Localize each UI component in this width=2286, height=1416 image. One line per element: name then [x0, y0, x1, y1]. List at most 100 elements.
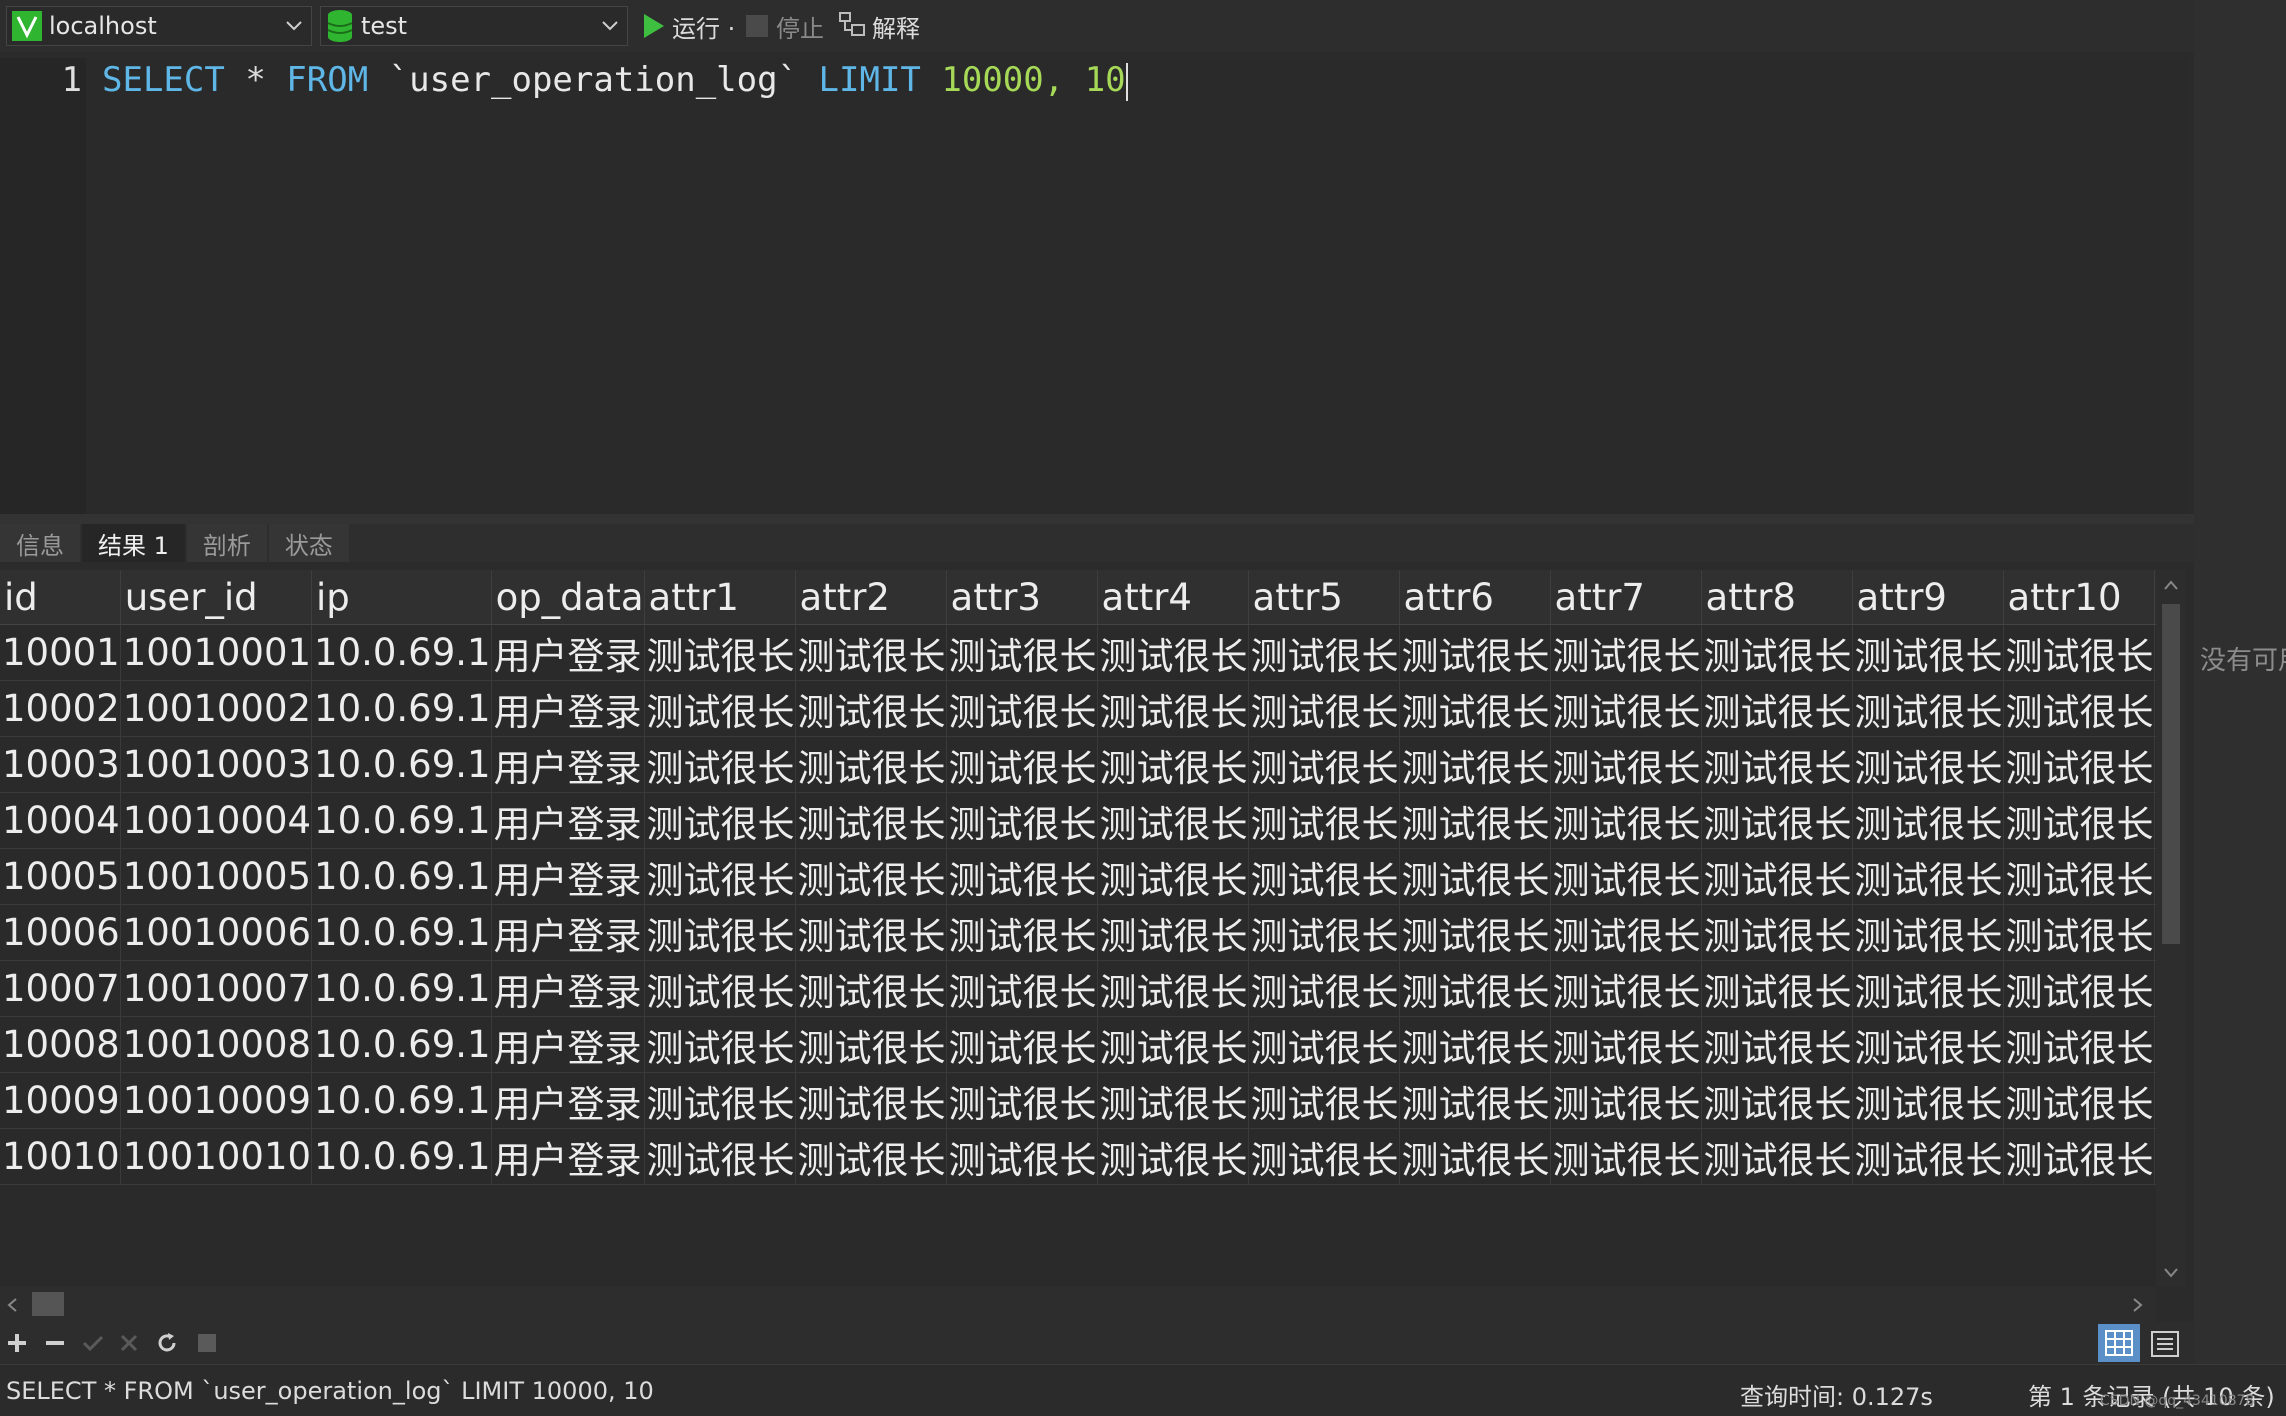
- table-cell[interactable]: 测试很长: [795, 1072, 947, 1129]
- table-cell[interactable]: 测试很长: [1248, 848, 1400, 905]
- table-cell[interactable]: 测试很长: [1852, 904, 2004, 961]
- delete-record-icon[interactable]: [40, 1328, 70, 1358]
- table-cell[interactable]: 测试很长: [1701, 848, 1853, 905]
- vertical-scroll-thumb[interactable]: [2162, 604, 2180, 944]
- scroll-down-icon[interactable]: [2163, 1264, 2179, 1283]
- table-cell[interactable]: 测试很长: [795, 1016, 947, 1073]
- table-cell[interactable]: 用户登录: [491, 1016, 645, 1073]
- sql-code-line[interactable]: SELECT * FROM `user_operation_log` LIMIT…: [102, 58, 1128, 102]
- column-header-attr6[interactable]: attr6: [1399, 570, 1551, 625]
- table-cell[interactable]: 测试很长: [2003, 624, 2155, 681]
- table-cell[interactable]: 测试很长: [644, 736, 796, 793]
- vertical-scrollbar[interactable]: [2156, 570, 2186, 1286]
- table-cell[interactable]: 测试很长: [1248, 960, 1400, 1017]
- column-header-ip[interactable]: ip: [311, 570, 492, 625]
- tab-3[interactable]: 状态: [268, 524, 349, 562]
- table-cell[interactable]: 10006: [0, 904, 121, 961]
- table-cell[interactable]: 测试很长: [1097, 680, 1249, 737]
- table-cell[interactable]: 测试很长: [946, 960, 1098, 1017]
- horizontal-scroll-thumb[interactable]: [32, 1292, 64, 1316]
- table-cell[interactable]: 测试很长: [2003, 1072, 2155, 1129]
- table-cell[interactable]: 测试很长: [2003, 736, 2155, 793]
- table-cell[interactable]: 测试很长: [1248, 1072, 1400, 1129]
- table-cell[interactable]: 测试很长: [1399, 624, 1551, 681]
- refresh-icon[interactable]: [152, 1328, 182, 1358]
- table-cell[interactable]: 测试很长: [1399, 680, 1551, 737]
- table-cell[interactable]: 测试很长: [644, 904, 796, 961]
- table-cell[interactable]: 测试很长: [795, 792, 947, 849]
- table-cell[interactable]: 测试很长: [1399, 736, 1551, 793]
- sql-editor[interactable]: 1 SELECT * FROM `user_operation_log` LIM…: [0, 58, 2188, 514]
- grid-view-icon[interactable]: [2098, 1324, 2140, 1362]
- table-cell[interactable]: 10.0.69.1: [311, 736, 492, 793]
- table-cell[interactable]: 测试很长: [946, 624, 1098, 681]
- table-cell[interactable]: 10010005: [120, 848, 313, 905]
- table-cell[interactable]: 测试很长: [1852, 736, 2004, 793]
- table-cell[interactable]: 测试很长: [1097, 624, 1249, 681]
- table-cell[interactable]: 测试很长: [644, 1128, 796, 1185]
- table-cell[interactable]: 10010006: [120, 904, 313, 961]
- table-cell[interactable]: 测试很长: [644, 624, 796, 681]
- table-cell[interactable]: 用户登录: [491, 904, 645, 961]
- table-cell[interactable]: 测试很长: [2003, 680, 2155, 737]
- table-cell[interactable]: 10010001: [120, 624, 313, 681]
- table-cell[interactable]: 测试很长: [1852, 1016, 2004, 1073]
- table-cell[interactable]: 10.0.69.1: [311, 1016, 492, 1073]
- table-row[interactable]: 10004 10010004 10.0.69.1 用户登录 测试很长 测试很长 测试很长 测试…: [0, 792, 2156, 849]
- table-cell[interactable]: 测试很长: [946, 1128, 1098, 1185]
- table-cell[interactable]: 测试很长: [1550, 792, 1702, 849]
- table-cell[interactable]: 用户登录: [491, 848, 645, 905]
- table-cell[interactable]: 10010007: [120, 960, 313, 1017]
- table-cell[interactable]: 测试很长: [1097, 960, 1249, 1017]
- table-cell[interactable]: 测试很长: [795, 736, 947, 793]
- table-cell[interactable]: 10004: [0, 792, 121, 849]
- table-cell[interactable]: 测试很长: [1701, 1128, 1853, 1185]
- table-row[interactable]: 10007 10010007 10.0.69.1 用户登录 测试很长 测试很长 测试很长 测试…: [0, 960, 2156, 1017]
- table-cell[interactable]: 测试很长: [1550, 1128, 1702, 1185]
- table-cell[interactable]: 10002: [0, 680, 121, 737]
- table-cell[interactable]: 测试很长: [946, 848, 1098, 905]
- table-row[interactable]: 10010 10010010 10.0.69.1 用户登录 测试很长 测试很长 测试很长 测试…: [0, 1128, 2156, 1185]
- table-cell[interactable]: 测试很长: [795, 960, 947, 1017]
- table-cell[interactable]: 测试很长: [644, 792, 796, 849]
- table-cell[interactable]: 用户登录: [491, 1128, 645, 1185]
- connection-select[interactable]: localhost: [6, 6, 312, 46]
- tab-1[interactable]: 结果 1: [82, 524, 185, 562]
- table-cell[interactable]: 测试很长: [1701, 1016, 1853, 1073]
- result-grid[interactable]: id user_id ip op_data attr1 attr2 attr3 attr4 at…: [0, 570, 2156, 1286]
- table-cell[interactable]: 测试很长: [1701, 680, 1853, 737]
- table-cell[interactable]: 测试很长: [2003, 792, 2155, 849]
- table-cell[interactable]: 测试很长: [1701, 792, 1853, 849]
- table-cell[interactable]: 测试很长: [1097, 904, 1249, 961]
- column-header-attr4[interactable]: attr4: [1097, 570, 1249, 625]
- table-cell[interactable]: 测试很长: [1550, 736, 1702, 793]
- tab-0[interactable]: 信息: [0, 524, 80, 562]
- table-row[interactable]: 10009 10010009 10.0.69.1 用户登录 测试很长 测试很长 测试很长 测试…: [0, 1072, 2156, 1129]
- table-cell[interactable]: 10010002: [120, 680, 313, 737]
- table-cell[interactable]: 测试很长: [946, 1072, 1098, 1129]
- table-cell[interactable]: 测试很长: [1550, 1016, 1702, 1073]
- table-cell[interactable]: 测试很长: [1701, 624, 1853, 681]
- editor-result-splitter[interactable]: [0, 514, 2194, 524]
- table-cell[interactable]: 测试很长: [644, 1016, 796, 1073]
- table-cell[interactable]: 10005: [0, 848, 121, 905]
- table-cell[interactable]: 测试很长: [1399, 960, 1551, 1017]
- table-cell[interactable]: 10009: [0, 1072, 121, 1129]
- table-cell[interactable]: 测试很长: [1852, 1128, 2004, 1185]
- table-cell[interactable]: 用户登录: [491, 624, 645, 681]
- table-cell[interactable]: 测试很长: [1550, 624, 1702, 681]
- table-cell[interactable]: 10.0.69.1: [311, 848, 492, 905]
- table-cell[interactable]: 测试很长: [795, 624, 947, 681]
- table-cell[interactable]: 测试很长: [1550, 680, 1702, 737]
- table-cell[interactable]: 测试很长: [1852, 848, 2004, 905]
- table-cell[interactable]: 测试很长: [1248, 1128, 1400, 1185]
- table-cell[interactable]: 10001: [0, 624, 121, 681]
- table-cell[interactable]: 测试很长: [1399, 1016, 1551, 1073]
- add-record-icon[interactable]: [2, 1328, 32, 1358]
- column-header-attr5[interactable]: attr5: [1248, 570, 1400, 625]
- table-cell[interactable]: 测试很长: [946, 680, 1098, 737]
- table-cell[interactable]: 测试很长: [1097, 736, 1249, 793]
- table-cell[interactable]: 测试很长: [1097, 1016, 1249, 1073]
- table-cell[interactable]: 10010: [0, 1128, 121, 1185]
- table-cell[interactable]: 10.0.69.1: [311, 1128, 492, 1185]
